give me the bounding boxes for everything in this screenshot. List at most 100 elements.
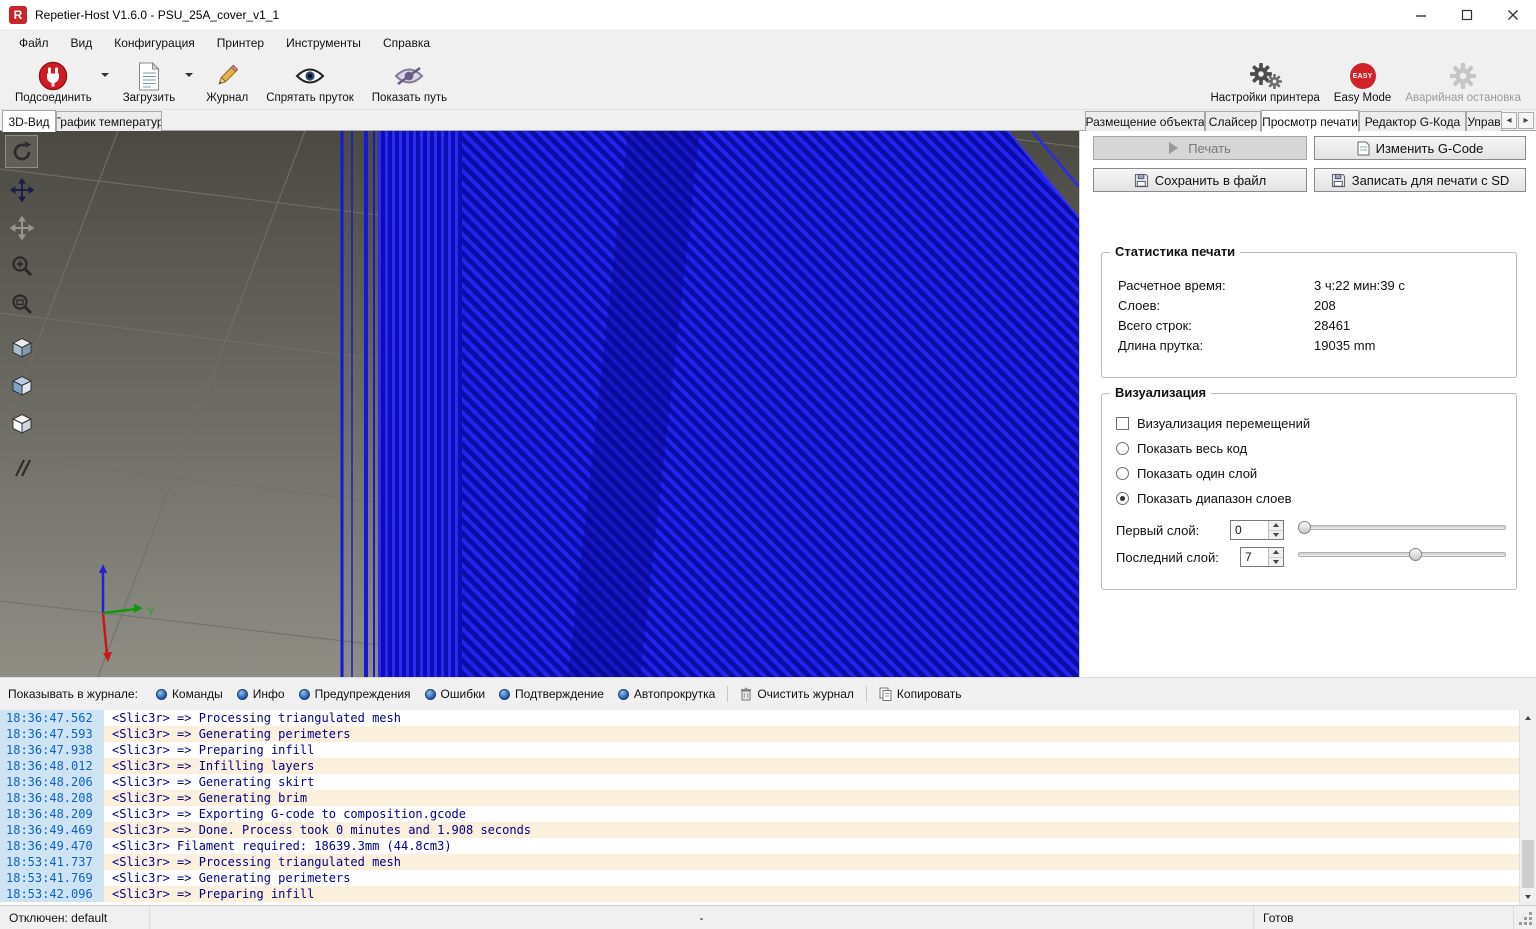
tab-print-preview[interactable]: Просмотр печати (1261, 110, 1359, 132)
tab-manual-control[interactable]: Управ (1466, 111, 1502, 131)
layer-range-radio[interactable] (1116, 492, 1129, 505)
resize-grip[interactable] (1514, 906, 1536, 929)
rotate-icon (10, 140, 34, 164)
emergency-stop-icon (1448, 60, 1478, 92)
tab-temp-graph[interactable]: График температур (56, 111, 162, 131)
close-button[interactable] (1490, 0, 1536, 29)
tab-scroll-right-icon[interactable]: ▸ (1518, 112, 1534, 129)
stats-group-title: Статистика печати (1110, 244, 1240, 259)
hide-filament-button[interactable]: Спрятать пруток (259, 58, 361, 109)
scroll-up-icon[interactable] (1520, 710, 1536, 726)
scroll-down-icon[interactable] (1520, 889, 1536, 905)
tab-scroll-left-icon[interactable]: ◂ (1501, 112, 1517, 129)
minimize-button[interactable] (1398, 0, 1444, 29)
printed-object (342, 131, 1079, 677)
log-list[interactable]: 18:36:47.562 <Slic3r> => Processing tria… (0, 710, 1519, 905)
easy-mode-button[interactable]: EASY Easy Mode (1327, 58, 1399, 109)
tab-gcode-editor[interactable]: Редактор G-Кода (1359, 111, 1466, 131)
last-layer-spinner[interactable]: 7 (1240, 547, 1284, 567)
spin-down-icon[interactable] (1269, 557, 1283, 567)
log-scrollbar[interactable] (1519, 710, 1536, 905)
show-layer-range-radio-row[interactable]: Показать диапазон слоев (1116, 491, 1292, 506)
menu-item[interactable]: Вид (60, 30, 104, 56)
first-layer-slider[interactable] (1298, 521, 1506, 535)
first-layer-slider-thumb[interactable] (1298, 521, 1311, 534)
emergency-stop-button[interactable]: Аварийная остановка (1398, 58, 1528, 109)
parallel-projection-button[interactable] (5, 451, 38, 484)
show-single-layer-radio-row[interactable]: Показать один слой (1116, 466, 1257, 481)
log-timestamp: 18:36:48.206 (0, 774, 104, 790)
first-layer-spinner[interactable]: 0 (1230, 520, 1284, 540)
print-button[interactable]: Печать (1093, 136, 1307, 160)
show-travel-checkbox-row[interactable]: Визуализация перемещений (1116, 416, 1310, 431)
isometric-view-button[interactable] (5, 331, 38, 364)
show-path-button[interactable]: Показать путь (365, 58, 454, 109)
spin-up-icon[interactable] (1269, 548, 1283, 557)
printer-settings-button[interactable]: Настройки принтера (1203, 58, 1326, 109)
log-filter-toggle[interactable]: Ошибки (425, 687, 486, 701)
zoom-in-icon (10, 254, 34, 278)
log-row: 18:36:49.470 <Slic3r> Filament required:… (0, 838, 1519, 854)
clear-log-button[interactable]: Очистить журнал (740, 687, 854, 701)
zoom-region-icon (10, 292, 34, 316)
floppy-icon (1134, 173, 1149, 188)
ready-status: Готов (1254, 906, 1514, 929)
log-timestamp: 18:53:42.096 (0, 886, 104, 902)
show-all-radio[interactable] (1116, 442, 1129, 455)
move-view-button[interactable] (5, 173, 38, 206)
log-filter-toggle[interactable]: Инфо (237, 687, 285, 701)
log-message: <Slic3r> => Preparing infill (104, 742, 1519, 758)
log-filter-toggle[interactable]: Команды (156, 687, 223, 701)
single-layer-radio[interactable] (1116, 467, 1129, 480)
rotate-view-button[interactable] (5, 135, 38, 168)
3d-viewport[interactable]: Y (0, 131, 1079, 677)
main-toolbar: Подсоединить Загрузить (0, 56, 1536, 110)
save-to-file-button[interactable]: Сохранить в файл (1093, 168, 1307, 192)
log-filter-toggle[interactable]: Подтверждение (499, 687, 604, 701)
maximize-button[interactable] (1444, 0, 1490, 29)
scrollbar-thumb[interactable] (1522, 840, 1534, 888)
side-view-button[interactable] (5, 407, 38, 440)
log-message: <Slic3r> => Infilling layers (104, 758, 1519, 774)
save-to-sd-button[interactable]: Записать для печати с SD (1314, 168, 1526, 192)
filter-label: Инфо (253, 687, 285, 701)
filter-label: Подтверждение (515, 687, 604, 701)
tab-object-placement[interactable]: Размещение объекта (1085, 111, 1205, 131)
app-logo-icon: R (9, 6, 27, 24)
tab-slicer[interactable]: Слайсер (1205, 111, 1261, 131)
connect-button[interactable]: Подсоединить (8, 58, 99, 109)
spin-up-icon[interactable] (1269, 521, 1283, 530)
3d-scene[interactable]: Y (0, 131, 1079, 677)
log-row: 18:36:47.562 <Slic3r> => Processing tria… (0, 710, 1519, 726)
zoom-in-button[interactable] (5, 249, 38, 282)
log-filter-toggle[interactable]: Предупреждения (299, 687, 411, 701)
menu-item[interactable]: Справка (372, 30, 441, 56)
spin-down-icon[interactable] (1269, 530, 1283, 540)
load-dropdown[interactable] (182, 58, 195, 109)
log-message: <Slic3r> => Done. Process took 0 minutes… (104, 822, 1519, 838)
zoom-region-button[interactable] (5, 287, 38, 320)
journal-button[interactable]: Журнал (199, 58, 255, 109)
front-view-button[interactable] (5, 369, 38, 402)
load-button[interactable]: Загрузить (116, 58, 183, 109)
last-layer-slider[interactable] (1298, 548, 1506, 562)
filter-label: Автопрокрутка (634, 687, 715, 701)
log-message: <Slic3r> => Generating brim (104, 790, 1519, 806)
edit-gcode-button[interactable]: Изменить G-Code (1314, 136, 1526, 160)
menu-item[interactable]: Конфигурация (103, 30, 206, 56)
show-all-code-radio-row[interactable]: Показать весь код (1116, 441, 1247, 456)
log-filter-toggle[interactable]: Автопрокрутка (618, 687, 715, 701)
log-message: <Slic3r> => Generating perimeters (104, 726, 1519, 742)
menu-bar: ФайлВидКонфигурацияПринтерИнструментыСпр… (0, 30, 1536, 56)
connect-dropdown[interactable] (99, 58, 112, 109)
last-layer-slider-thumb[interactable] (1409, 548, 1422, 561)
menu-item[interactable]: Принтер (206, 30, 275, 56)
menu-item[interactable]: Инструменты (275, 30, 372, 56)
copy-icon (879, 687, 892, 701)
travel-checkbox[interactable] (1116, 417, 1129, 430)
copy-log-button[interactable]: Копировать (879, 687, 962, 701)
tab-3d-view[interactable]: 3D-Вид (2, 110, 56, 132)
move-object-button[interactable] (5, 211, 38, 244)
log-row: 18:36:48.206 <Slic3r> => Generating skir… (0, 774, 1519, 790)
menu-item[interactable]: Файл (8, 30, 60, 56)
